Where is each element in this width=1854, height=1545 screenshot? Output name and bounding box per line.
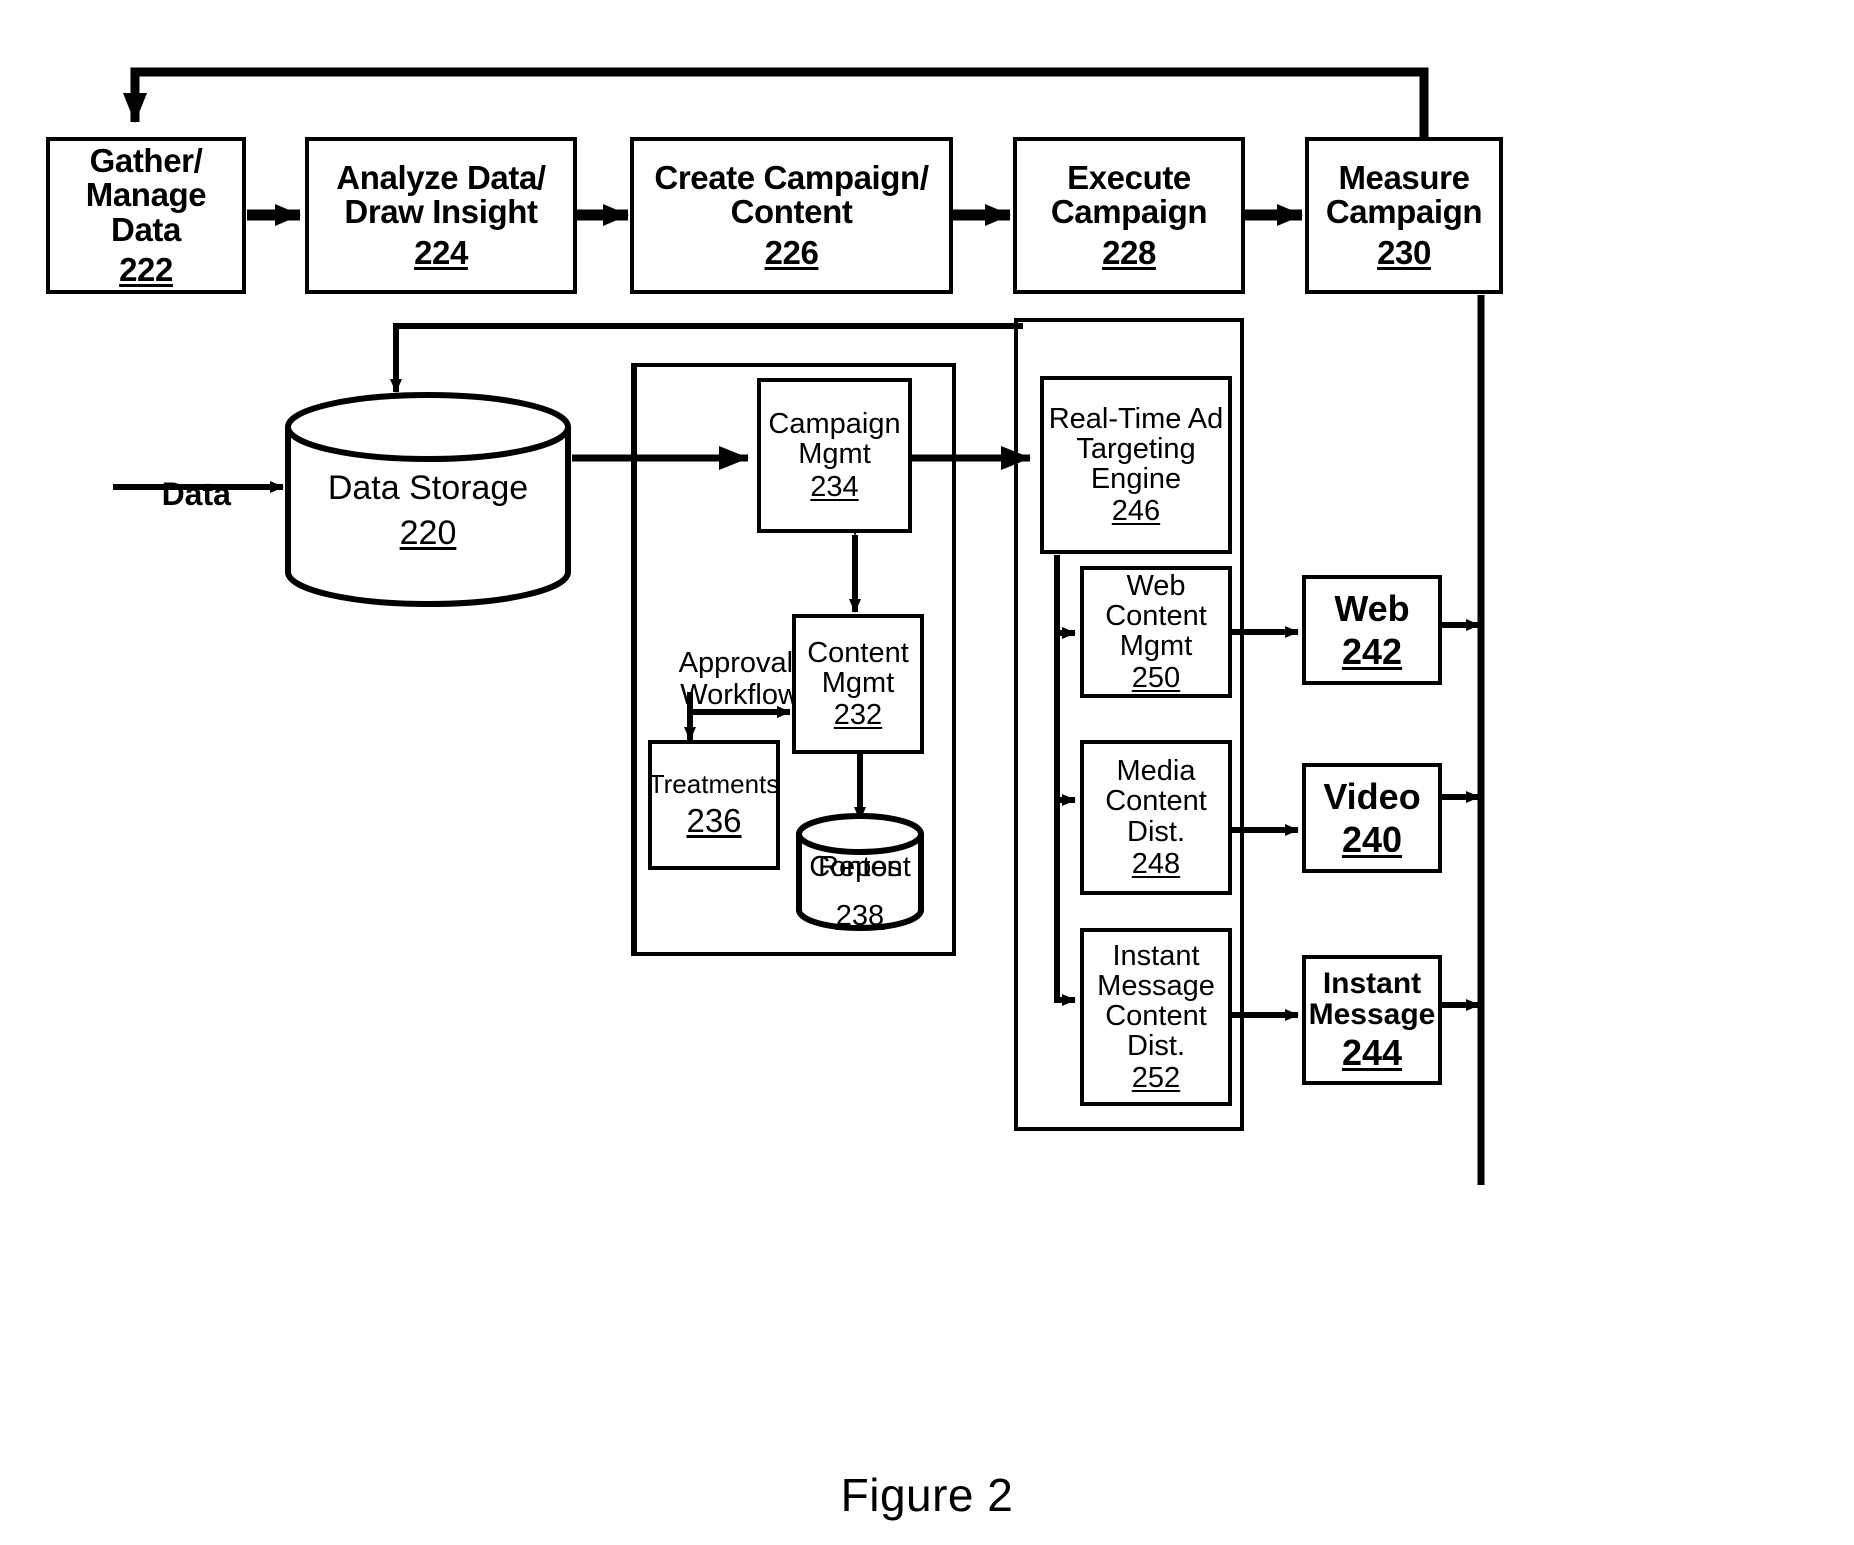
process-box-analyze-data-draw-insight[interactable]: Analyze Data/ Draw Insight 224 bbox=[305, 137, 577, 294]
approval-workflow-label: Approval Workflow bbox=[648, 617, 799, 742]
mcd-line-2: Content bbox=[1105, 785, 1207, 818]
channel-web-ref-242: 242 bbox=[1341, 631, 1403, 672]
imcd-ref-252: 252 bbox=[1131, 1062, 1181, 1095]
imcd-line-1: Instant bbox=[1112, 939, 1200, 972]
treatments-label: Treatments bbox=[648, 769, 780, 800]
content-repository-overprint: Content Repos bbox=[800, 851, 920, 884]
content-mgmt-line-2: Mgmt bbox=[821, 666, 895, 699]
channel-video-label: Video bbox=[1323, 775, 1421, 817]
component-box-treatments[interactable]: Treatments 236 bbox=[648, 740, 780, 870]
wcm-line-1: Web bbox=[1126, 569, 1186, 602]
data-input-label: Data bbox=[161, 475, 231, 512]
imcd-line-3: Content bbox=[1105, 999, 1207, 1032]
wcm-line-3: Mgmt bbox=[1119, 630, 1193, 662]
process-box-create-campaign-content[interactable]: Create Campaign/ Content 226 bbox=[630, 137, 953, 294]
channel-im-line-2: Message bbox=[1308, 998, 1436, 1032]
channel-box-web[interactable]: Web 242 bbox=[1302, 575, 1442, 685]
component-box-campaign-mgmt[interactable]: Campaign Mgmt 234 bbox=[757, 378, 912, 533]
approval-workflow-line-2: Workflow bbox=[680, 678, 799, 711]
process-ref-222: 222 bbox=[119, 250, 173, 288]
mcd-line-1: Media bbox=[1116, 755, 1196, 788]
data-storage-ref-220: 220 bbox=[399, 513, 457, 552]
rtate-line-3: Engine bbox=[1090, 463, 1182, 495]
content-repository-line-2: Repos bbox=[818, 851, 902, 883]
channel-web-label: Web bbox=[1334, 587, 1410, 629]
component-box-instant-message-content-dist[interactable]: Instant Message Content Dist. 252 bbox=[1080, 928, 1232, 1106]
channel-im-ref-244: 244 bbox=[1341, 1032, 1403, 1074]
content-repository-cylinder[interactable]: Content Repos 238 bbox=[795, 812, 925, 932]
data-storage-cylinder[interactable]: Data Storage 220 bbox=[283, 392, 573, 607]
process-label-line-2: Draw Insight bbox=[344, 193, 538, 231]
content-mgmt-line-1: Content bbox=[807, 636, 909, 669]
campaign-mgmt-ref-234: 234 bbox=[810, 470, 859, 503]
content-repository-ref-238: 238 bbox=[835, 900, 885, 933]
figure-2-diagram: Gather/ Manage Data 222 Analyze Data/ Dr… bbox=[0, 0, 1854, 1545]
process-label-line-1: Gather/ bbox=[89, 141, 203, 179]
rtate-ref-246: 246 bbox=[1111, 495, 1161, 528]
process-label-line-1: Create Campaign/ bbox=[654, 159, 929, 197]
component-box-web-content-mgmt[interactable]: Web Content Mgmt 250 bbox=[1080, 566, 1232, 698]
process-ref-228: 228 bbox=[1102, 233, 1156, 271]
component-box-media-content-dist[interactable]: Media Content Dist. 248 bbox=[1080, 740, 1232, 895]
imcd-line-2: Message bbox=[1097, 969, 1215, 1002]
process-box-measure-campaign[interactable]: Measure Campaign 230 bbox=[1305, 137, 1503, 294]
rtate-line-2: Targeting bbox=[1076, 432, 1196, 465]
data-storage-label: Data Storage bbox=[327, 469, 529, 507]
mcd-line-3: Dist. bbox=[1127, 815, 1185, 848]
campaign-mgmt-line-1: Campaign bbox=[768, 408, 901, 441]
process-ref-226: 226 bbox=[764, 233, 819, 271]
channel-box-video[interactable]: Video 240 bbox=[1302, 763, 1442, 873]
figure-caption: Figure 2 bbox=[840, 1469, 1014, 1521]
rtate-line-1: Real-Time Ad bbox=[1048, 402, 1224, 435]
process-box-execute-campaign[interactable]: Execute Campaign 228 bbox=[1013, 137, 1245, 294]
process-ref-230: 230 bbox=[1377, 233, 1431, 271]
process-label-line-3: Data bbox=[111, 210, 181, 248]
process-ref-224: 224 bbox=[414, 233, 468, 271]
content-mgmt-ref-232: 232 bbox=[833, 699, 883, 732]
process-label-line-2: Campaign bbox=[1325, 193, 1483, 231]
process-label-line-1: Measure bbox=[1338, 159, 1470, 197]
wcm-line-2: Content bbox=[1105, 599, 1207, 632]
process-label-line-2: Content bbox=[730, 193, 853, 231]
treatments-ref-236: 236 bbox=[686, 802, 742, 840]
approval-workflow-line-1: Approval bbox=[678, 647, 794, 680]
channel-im-line-1: Instant bbox=[1322, 967, 1422, 1001]
process-label-line-1: Analyze Data/ bbox=[336, 159, 546, 197]
campaign-mgmt-line-2: Mgmt bbox=[798, 438, 871, 471]
imcd-line-4: Dist. bbox=[1127, 1030, 1185, 1063]
channel-box-instant-message[interactable]: Instant Message 244 bbox=[1302, 955, 1442, 1085]
component-box-realtime-ad-targeting-engine[interactable]: Real-Time Ad Targeting Engine 246 bbox=[1040, 376, 1232, 554]
process-label-line-1: Execute bbox=[1067, 159, 1191, 197]
process-label-line-2: Campaign bbox=[1050, 193, 1208, 231]
mcd-ref-248: 248 bbox=[1131, 847, 1181, 880]
process-label-line-2: Manage bbox=[85, 176, 207, 214]
content-repository-text: Content Repos 238 bbox=[795, 851, 925, 933]
wcm-ref-250: 250 bbox=[1131, 662, 1181, 695]
component-box-content-mgmt[interactable]: Content Mgmt 232 bbox=[792, 614, 924, 754]
data-storage-text: Data Storage 220 bbox=[283, 470, 573, 551]
channel-video-ref-240: 240 bbox=[1341, 819, 1403, 860]
process-box-gather-manage-data[interactable]: Gather/ Manage Data 222 bbox=[46, 137, 246, 294]
